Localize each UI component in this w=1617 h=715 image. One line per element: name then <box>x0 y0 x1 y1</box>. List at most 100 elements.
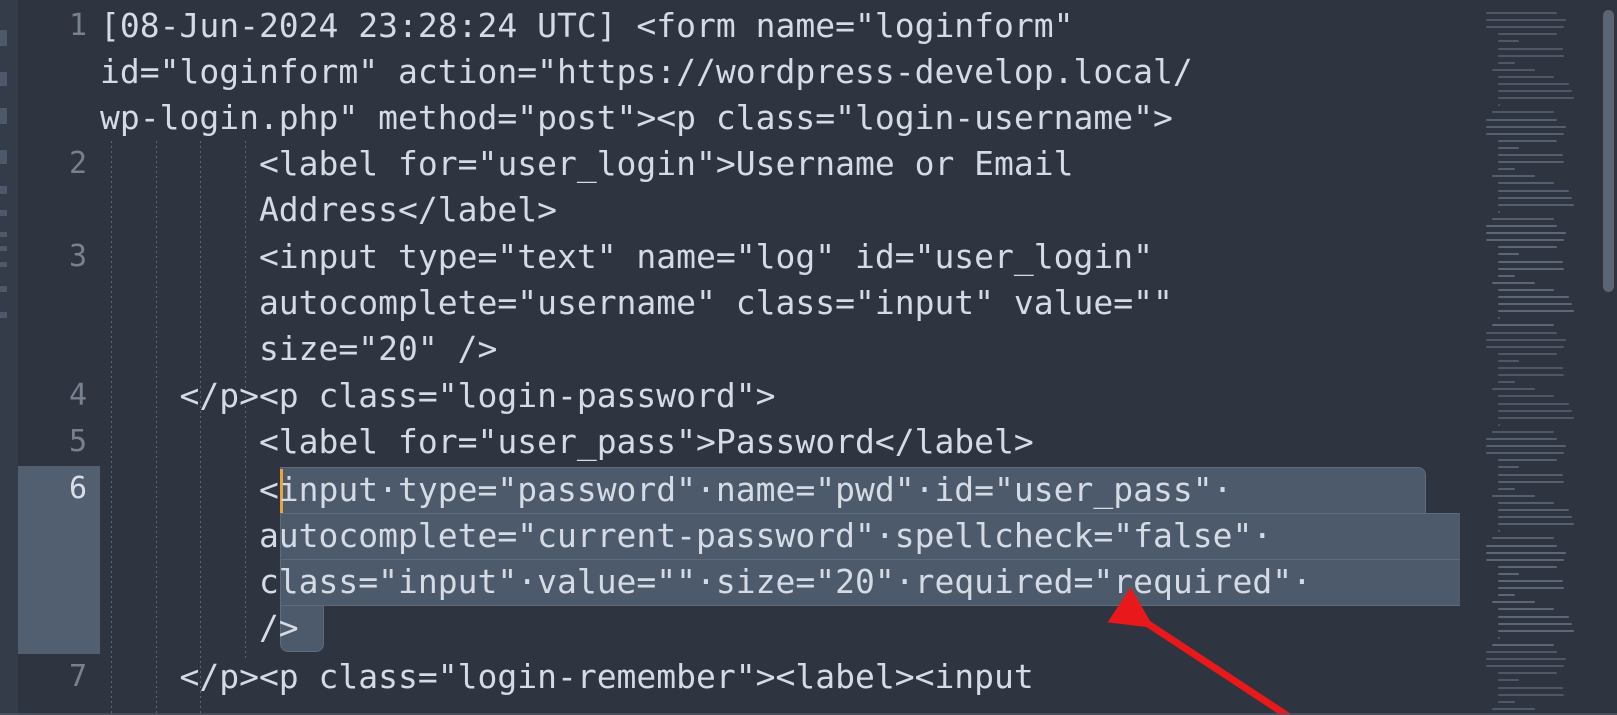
minimap-line <box>1497 33 1558 36</box>
minimap[interactable] <box>1460 0 1600 715</box>
minimap-line <box>1486 232 1566 235</box>
minimap-line <box>1497 40 1520 43</box>
minimap-line <box>1497 359 1520 362</box>
minimap-line <box>1497 182 1555 185</box>
minimap-line <box>1497 686 1563 689</box>
minimap-line <box>1486 445 1566 448</box>
minimap-line <box>1497 480 1565 483</box>
code-line-3-row-2: autocomplete="username" class="input" va… <box>100 283 1173 322</box>
minimap-line <box>1497 608 1555 611</box>
minimap-line <box>1486 452 1565 455</box>
marker-tick <box>0 312 7 318</box>
minimap-line <box>1497 246 1558 249</box>
minimap-line <box>1497 161 1565 164</box>
minimap-line <box>1497 516 1572 519</box>
minimap-line <box>1497 530 1501 533</box>
minimap-line <box>1486 132 1565 135</box>
minimap-line <box>1491 281 1536 284</box>
minimap-line <box>1486 239 1565 242</box>
minimap-line <box>1497 168 1515 171</box>
marker-tick <box>0 232 7 237</box>
code-line-3-row-1: <input type="text" name="log" id="user_l… <box>100 237 1153 276</box>
line-number-5: 5 <box>68 424 87 459</box>
marker-tick <box>0 246 7 251</box>
minimap-line <box>1497 97 1575 100</box>
minimap-line <box>1497 203 1575 206</box>
line-number-2: 2 <box>68 146 87 181</box>
code-line-7-row-1: </p><p class="login-remember"><label><in… <box>100 657 1034 696</box>
minimap-line <box>1491 388 1536 391</box>
minimap-line <box>1497 509 1569 511</box>
minimap-line <box>1486 438 1558 440</box>
minimap-line <box>1497 615 1569 618</box>
line-number-gutter[interactable]: 1 2 3 4 5 6 7 <box>18 0 100 715</box>
minimap-line <box>1491 430 1555 433</box>
minimap-line <box>1497 90 1572 93</box>
minimap-line <box>1497 594 1515 597</box>
minimap-line <box>1491 601 1536 604</box>
minimap-line <box>1497 196 1572 199</box>
minimap-line <box>1497 146 1520 149</box>
code-line-6-row-2: autocomplete="current-password"·spellche… <box>100 516 1273 555</box>
line-number-6: 6 <box>68 471 87 506</box>
minimap-line <box>1497 700 1515 703</box>
marker-tick <box>0 72 7 86</box>
minimap-line <box>1497 587 1565 590</box>
marker-tick <box>0 210 7 216</box>
editor-marker-strip[interactable] <box>0 0 19 715</box>
minimap-line <box>1491 111 1555 114</box>
line-number-3: 3 <box>68 239 87 274</box>
minimap-line <box>1497 310 1575 313</box>
minimap-line <box>1491 494 1536 497</box>
minimap-line <box>1486 345 1565 348</box>
code-viewport[interactable]: [08-Jun-2024 23:28:24 UTC] <form name="l… <box>100 0 1460 715</box>
minimap-line <box>1497 523 1575 526</box>
code-line-3-row-3: size="20" /> <box>100 329 498 368</box>
minimap-line <box>1497 317 1501 320</box>
minimap-line <box>1491 537 1555 540</box>
code-line-2-row-2: Address</label> <box>100 190 557 229</box>
minimap-line <box>1497 303 1572 306</box>
minimap-line <box>1497 104 1501 107</box>
minimap-line <box>1486 19 1566 22</box>
minimap-line <box>1497 260 1563 263</box>
code-line-6-row-4: /> <box>100 608 299 647</box>
line-number-7: 7 <box>68 659 87 694</box>
minimap-line <box>1486 665 1565 668</box>
minimap-line <box>1497 466 1520 469</box>
line-number-1: 1 <box>68 8 87 43</box>
minimap-line <box>1497 381 1515 384</box>
minimap-line <box>1486 338 1566 341</box>
minimap-line <box>1497 501 1555 504</box>
code-editor-window: 1 2 3 4 5 6 7 [08-Jun-2024 23:28:24 UTC]… <box>0 0 1617 715</box>
vertical-scrollbar[interactable] <box>1600 0 1617 715</box>
marker-tick <box>0 30 7 46</box>
minimap-line <box>1497 409 1572 412</box>
minimap-line <box>1486 225 1558 227</box>
marker-tick <box>0 150 7 164</box>
minimap-line <box>1497 154 1563 156</box>
minimap-line <box>1491 175 1536 178</box>
minimap-line <box>1491 217 1555 220</box>
code-line-4-row-1: </p><p class="login-password"> <box>100 376 776 415</box>
minimap-line <box>1497 416 1575 419</box>
minimap-line <box>1497 423 1501 426</box>
code-line-1-row-1: [08-Jun-2024 23:28:24 UTC] <form name="l… <box>100 6 1074 45</box>
minimap-line <box>1497 54 1565 57</box>
marker-tick <box>0 186 7 194</box>
minimap-line <box>1497 402 1569 405</box>
code-line-1-row-2: id="loginform" action="https://wordpress… <box>100 52 1193 91</box>
line-number-4: 4 <box>68 378 87 413</box>
minimap-line <box>1497 679 1520 682</box>
scrollbar-thumb[interactable] <box>1603 10 1614 292</box>
minimap-line <box>1486 558 1565 561</box>
minimap-line <box>1497 75 1555 78</box>
minimap-line <box>1497 395 1555 398</box>
code-line-1-row-3: wp-login.php" method="post"><p class="lo… <box>100 98 1173 137</box>
minimap-line <box>1486 658 1566 661</box>
minimap-line <box>1486 118 1558 121</box>
minimap-line <box>1486 331 1558 334</box>
minimap-line <box>1491 643 1555 646</box>
code-line-6-row-3: class="input"·value=""·size="20"·require… <box>100 562 1312 601</box>
minimap-line <box>1497 459 1558 462</box>
